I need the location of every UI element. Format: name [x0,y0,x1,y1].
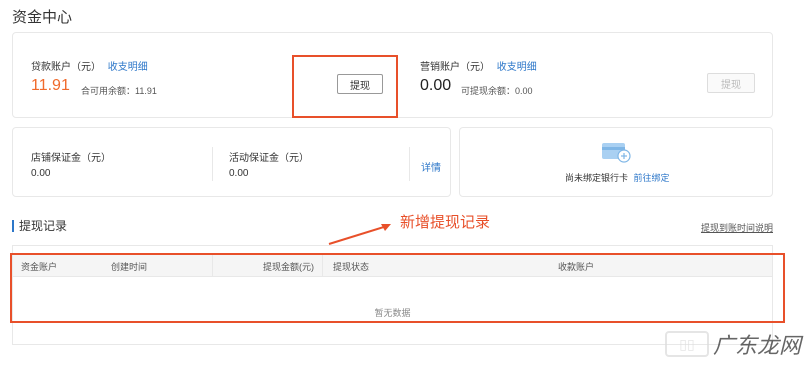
loan-amount: 11.91 [31,77,70,94]
bank-status: 尚未绑定银行卡 前往绑定 [565,171,670,184]
divider [212,147,213,181]
bind-bank-link[interactable]: 前往绑定 [634,173,670,183]
deposit-detail-link[interactable]: 详情 [421,159,441,174]
marketing-withdraw-button[interactable]: 提现 [707,73,755,93]
title-bar [12,219,14,232]
marketing-account-title: 营销账户（元） [420,62,490,73]
watermark-logo-icon: ▯▯ [664,331,709,357]
marketing-account-label: 营销账户（元） 收支明细 [420,58,537,73]
loan-account-title: 贷款账户（元） [31,62,101,73]
watermark-text: 广东龙网 [712,334,801,359]
bank-card: 尚未绑定银行卡 前往绑定 [459,127,773,197]
arrival-time-link[interactable]: 提现到账时间说明 [701,221,773,234]
marketing-detail-link[interactable]: 收支明细 [497,62,537,73]
highlight-box-table [10,253,785,323]
activity-deposit-label: 活动保证金（元） [229,153,309,164]
bank-card-add-icon[interactable] [601,141,631,163]
marketing-available: 可提现余额：0.00 [461,86,533,96]
store-deposit-label: 店铺保证金（元） [31,153,111,164]
loan-available: 合可用余额：11.91 [81,86,157,96]
loan-account-label: 贷款账户（元） 收支明细 [31,58,148,73]
bank-status-text: 尚未绑定银行卡 [565,173,629,183]
annotation-text: 新增提现记录 [400,214,491,231]
deposit-card: 店铺保证金（元） 0.00 活动保证金（元） 0.00 详情 [12,127,451,197]
store-deposit-amount: 0.00 [31,168,51,179]
page-title: 资金中心 [12,9,73,26]
highlight-box-withdraw [292,55,398,118]
loan-detail-link[interactable]: 收支明细 [108,62,148,73]
records-title-text: 提现记录 [19,219,68,233]
marketing-amount: 0.00 [420,77,452,94]
records-section-title: 提现记录 [12,217,67,234]
divider [409,147,410,181]
annotation-arrow-icon [328,224,391,245]
watermark: ▯▯ 广东龙网 [664,328,801,360]
activity-deposit-amount: 0.00 [229,168,249,179]
